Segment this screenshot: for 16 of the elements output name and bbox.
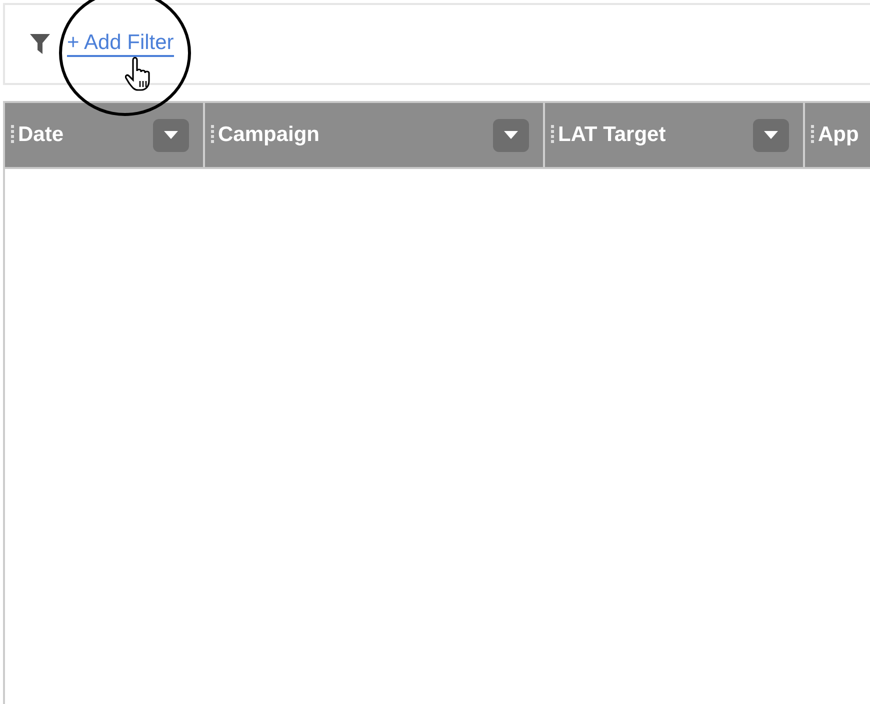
column-menu-button[interactable] xyxy=(493,118,529,152)
drag-handle-icon[interactable] xyxy=(811,125,814,145)
drag-handle-icon[interactable] xyxy=(211,125,214,145)
caret-icon xyxy=(764,131,778,139)
caret-icon xyxy=(164,131,178,139)
filter-icon xyxy=(29,33,51,55)
column-header: Campaign xyxy=(218,122,321,148)
add-filter-link[interactable]: + Add Filter xyxy=(67,31,174,57)
column-header: Date xyxy=(18,122,65,148)
column-menu-button[interactable] xyxy=(753,118,789,152)
drag-handle-icon[interactable] xyxy=(551,125,554,145)
drag-handle-icon[interactable] xyxy=(11,125,14,145)
caret-icon xyxy=(504,131,518,139)
column-header: App xyxy=(818,122,860,148)
column-header: LAT Target xyxy=(558,122,667,148)
column-menu-button[interactable] xyxy=(153,118,189,152)
